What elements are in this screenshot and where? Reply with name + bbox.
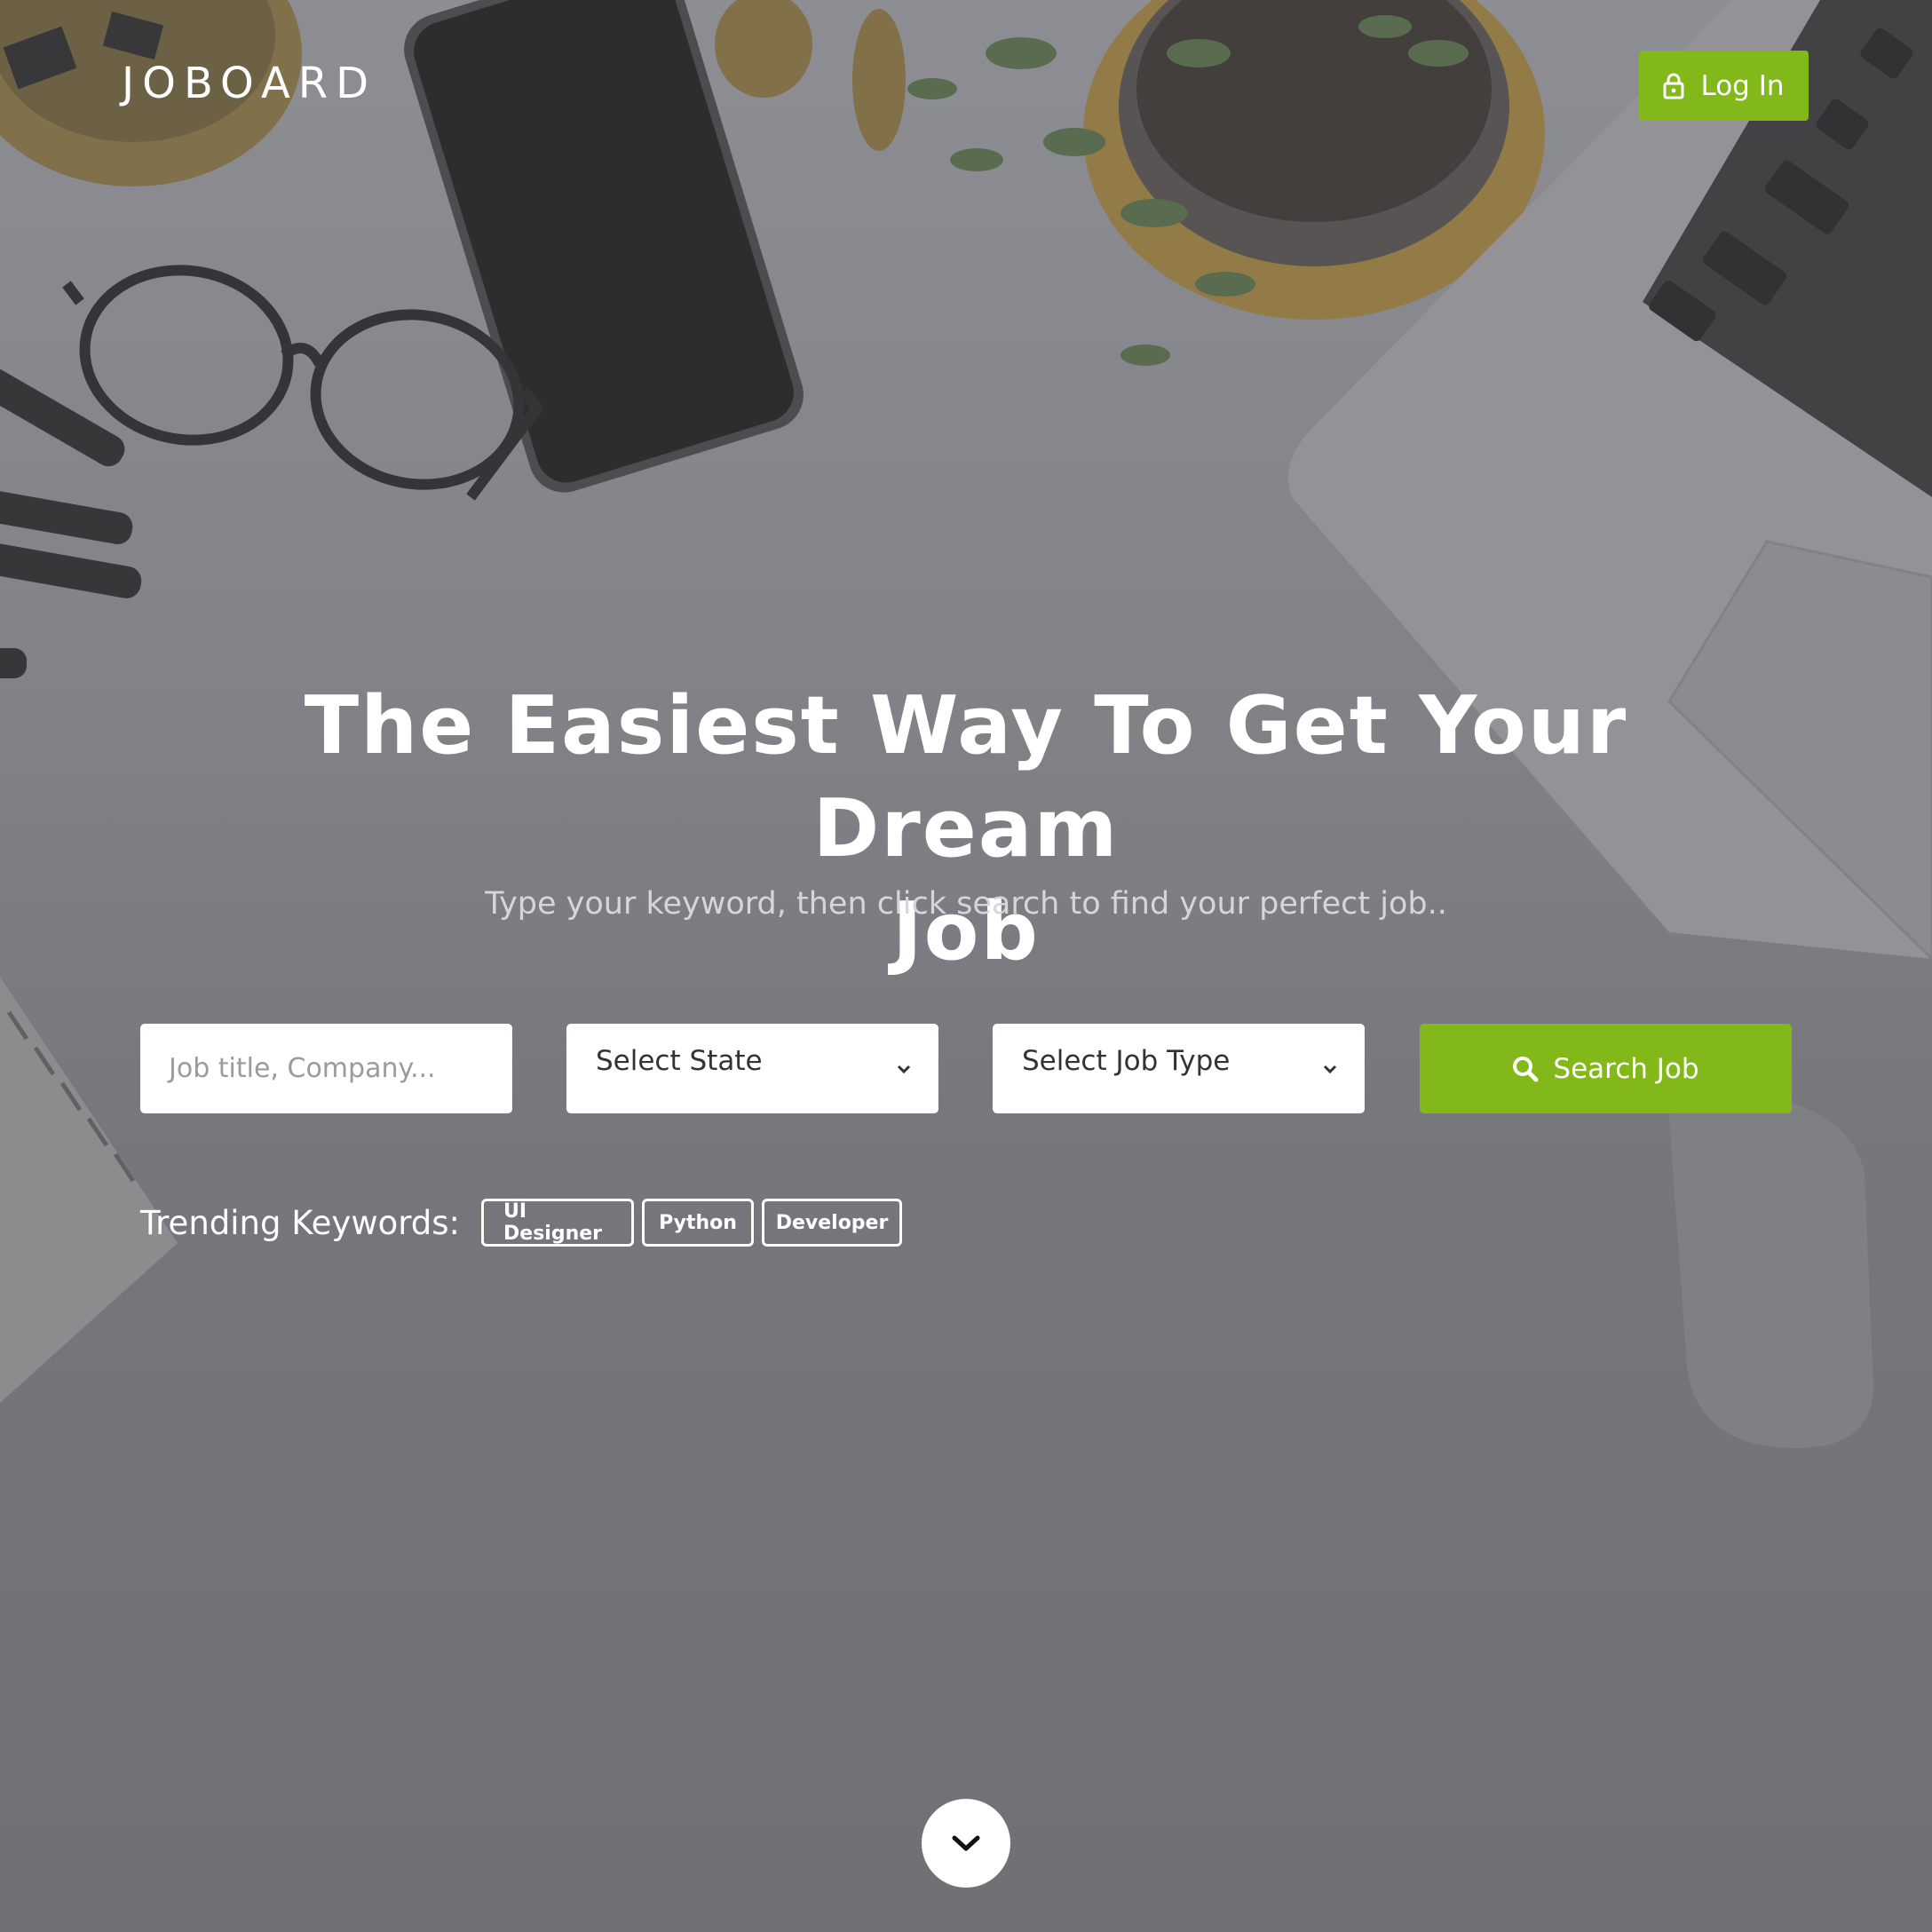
search-icon <box>1513 1056 1539 1081</box>
chevron-down-icon <box>897 1065 911 1074</box>
trending-tag-ui-designer[interactable]: UI Designer <box>481 1199 635 1247</box>
trending-label: Trending Keywords: <box>140 1203 461 1242</box>
state-select[interactable]: Select State <box>566 1024 938 1113</box>
trending-tag-developer[interactable]: Developer <box>762 1199 903 1247</box>
page-title-line-1: The Easiest Way To Get Your Dream <box>304 679 1628 875</box>
state-select-value: Select State <box>596 1045 763 1077</box>
keyword-search-input[interactable]: Job title, Company... <box>140 1024 512 1113</box>
chevron-down-icon <box>952 1835 980 1851</box>
trending-tag-python[interactable]: Python <box>642 1199 755 1247</box>
login-button[interactable]: Log In <box>1639 51 1809 121</box>
hero-section: JOBOARD Log In The Easiest Way To Get Yo… <box>0 0 1932 1932</box>
scroll-down-button[interactable] <box>922 1799 1010 1888</box>
job-type-select[interactable]: Select Job Type <box>993 1024 1365 1113</box>
trending-keywords: Trending Keywords: UI Designer Python De… <box>140 1199 910 1247</box>
chevron-down-icon <box>1323 1065 1337 1074</box>
keyword-search-placeholder: Job title, Company... <box>169 1053 436 1084</box>
page-title: The Easiest Way To Get Your Dream Job <box>160 675 1772 984</box>
job-type-select-value: Select Job Type <box>1022 1045 1231 1077</box>
search-job-label: Search Job <box>1553 1052 1699 1085</box>
page-subtitle: Type your keyword, then click search to … <box>485 886 1447 922</box>
search-job-button[interactable]: Search Job <box>1420 1024 1792 1113</box>
login-label: Log In <box>1700 69 1785 102</box>
lock-icon <box>1663 73 1684 99</box>
brand-logo[interactable]: JOBOARD <box>122 59 376 108</box>
